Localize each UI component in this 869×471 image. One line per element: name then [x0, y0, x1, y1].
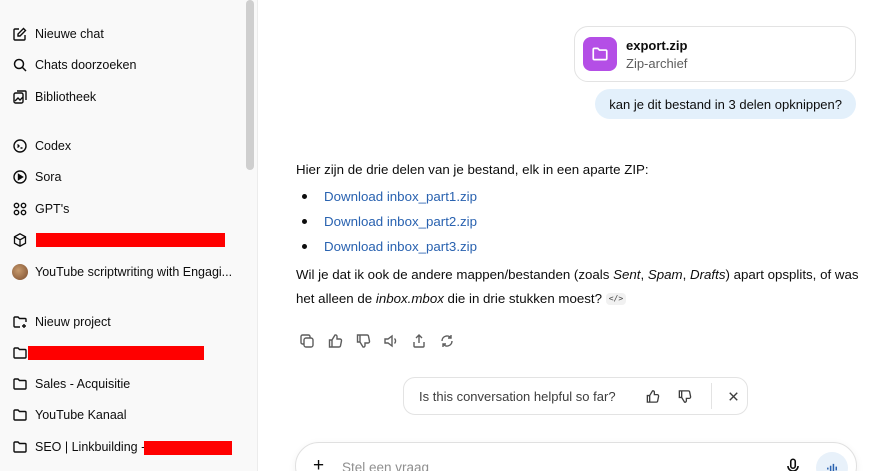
- sidebar-item-new-project[interactable]: Nieuw project: [6, 308, 242, 336]
- codex-icon: [12, 138, 28, 154]
- assistant-message: Hier zijn de drie delen van je bestand, …: [296, 158, 866, 311]
- copy-icon[interactable]: [296, 331, 317, 351]
- sidebar-item-library[interactable]: Bibliotheek: [6, 83, 242, 111]
- sidebar-item-gpts[interactable]: GPT's: [6, 195, 242, 223]
- followup-emphasis: Sent: [613, 267, 641, 282]
- assistant-intro: Hier zijn de drie delen van je bestand, …: [296, 162, 649, 177]
- waveform-icon: [826, 463, 837, 471]
- composer-input[interactable]: Stel een vraag: [342, 460, 429, 471]
- sidebar: Nieuwe chat Chats doorzoeken Bibliotheek…: [0, 0, 258, 471]
- folder-icon: [12, 407, 28, 423]
- followup-text: ,: [682, 267, 690, 282]
- sidebar-scrollbar[interactable]: [246, 0, 254, 170]
- attachment-name: export.zip: [626, 37, 688, 53]
- followup-emphasis: Drafts: [690, 267, 726, 282]
- regenerate-icon[interactable]: [436, 331, 457, 351]
- folder-icon: [12, 345, 28, 361]
- list-item: Download inbox_part1.zip: [296, 184, 866, 209]
- followup-text: ,: [640, 267, 648, 282]
- close-icon[interactable]: [720, 383, 746, 409]
- sidebar-item-label: GPT's: [35, 202, 70, 216]
- attachment-type: Zip-archief: [626, 55, 688, 71]
- code-badge[interactable]: </>: [605, 293, 627, 305]
- download-list: Download inbox_part1.zip Download inbox_…: [296, 184, 866, 259]
- sidebar-item-youtube-scriptwriting[interactable]: YouTube scriptwriting with Engagi...: [6, 258, 242, 286]
- followup-emphasis: Spam: [647, 267, 683, 282]
- share-icon[interactable]: [408, 331, 429, 351]
- sidebar-item-label: Nieuw project: [35, 315, 111, 329]
- sidebar-item-label: YouTube Kanaal: [35, 408, 127, 422]
- microphone-icon[interactable]: [784, 457, 802, 471]
- sidebar-item-label: Nieuwe chat: [35, 27, 104, 41]
- sidebar-item-label: Chats doorzoeken: [35, 58, 137, 72]
- sidebar-item-label: Bibliotheek: [35, 90, 97, 104]
- sidebar-item-label: Sales - Acquisitie: [35, 377, 131, 391]
- download-link-part1[interactable]: Download inbox_part1.zip: [324, 189, 477, 204]
- feedback-prompt: Is this conversation helpful so far?: [403, 377, 748, 415]
- sidebar-item-label: Codex: [35, 139, 72, 153]
- chat-main: export.zip Zip-archief kan je dit bestan…: [258, 0, 869, 471]
- followup-text: Wil je dat ik ook de andere mappen/besta…: [296, 267, 614, 282]
- sidebar-item-label: SEO | Linkbuilding -: [35, 440, 146, 454]
- followup-emphasis: inbox.mbox: [375, 291, 444, 306]
- search-icon: [12, 57, 28, 73]
- library-icon: [12, 89, 28, 105]
- sidebar-item-sales-acquisitie[interactable]: Sales - Acquisitie: [6, 370, 242, 398]
- edit-icon: [12, 26, 28, 42]
- message-actions: [296, 331, 457, 351]
- voice-mode-button[interactable]: [816, 452, 848, 471]
- followup-text: die in drie stukken moest?: [443, 291, 603, 306]
- redaction-bar: [28, 346, 204, 360]
- plus-icon[interactable]: +: [313, 455, 324, 471]
- folder-icon: [12, 376, 28, 392]
- redaction-bar: [36, 233, 225, 247]
- feedback-question: Is this conversation helpful so far?: [419, 388, 616, 404]
- redaction-bar: [144, 441, 232, 455]
- download-link-part3[interactable]: Download inbox_part3.zip: [324, 239, 477, 254]
- download-link-part2[interactable]: Download inbox_part2.zip: [324, 214, 477, 229]
- assistant-followup: Wil je dat ik ook de andere mappen/besta…: [296, 263, 866, 311]
- thumbs-up-icon[interactable]: [639, 383, 665, 409]
- divider: [711, 383, 712, 409]
- folder-icon: [12, 439, 28, 455]
- thumbs-down-icon[interactable]: [352, 331, 373, 351]
- sora-icon: [12, 169, 28, 185]
- grid-icon: [12, 201, 28, 217]
- sidebar-item-codex[interactable]: Codex: [6, 132, 242, 160]
- avatar-icon: [12, 264, 28, 280]
- thumbs-down-icon[interactable]: [671, 383, 697, 409]
- new-folder-icon: [12, 314, 28, 330]
- list-item: Download inbox_part2.zip: [296, 209, 866, 234]
- sidebar-item-sora[interactable]: Sora: [6, 163, 242, 191]
- user-message: kan je dit bestand in 3 delen opknippen?: [595, 89, 856, 119]
- list-item: Download inbox_part3.zip: [296, 234, 866, 259]
- sidebar-item-new-chat[interactable]: Nieuwe chat: [6, 20, 242, 48]
- sidebar-item-label: YouTube scriptwriting with Engagi...: [35, 265, 233, 279]
- attachment-info: export.zip Zip-archief: [626, 38, 687, 71]
- sidebar-item-search-chats[interactable]: Chats doorzoeken: [6, 51, 242, 79]
- thumbs-up-icon[interactable]: [324, 331, 345, 351]
- attachment-card[interactable]: export.zip Zip-archief: [574, 26, 856, 82]
- sidebar-item-label: Sora: [35, 170, 62, 184]
- sidebar-item-youtube-kanaal[interactable]: YouTube Kanaal: [6, 401, 242, 429]
- cube-icon: [12, 232, 28, 248]
- speaker-icon[interactable]: [380, 331, 401, 351]
- folder-icon: [583, 37, 617, 71]
- message-composer[interactable]: + Stel een vraag: [295, 442, 857, 471]
